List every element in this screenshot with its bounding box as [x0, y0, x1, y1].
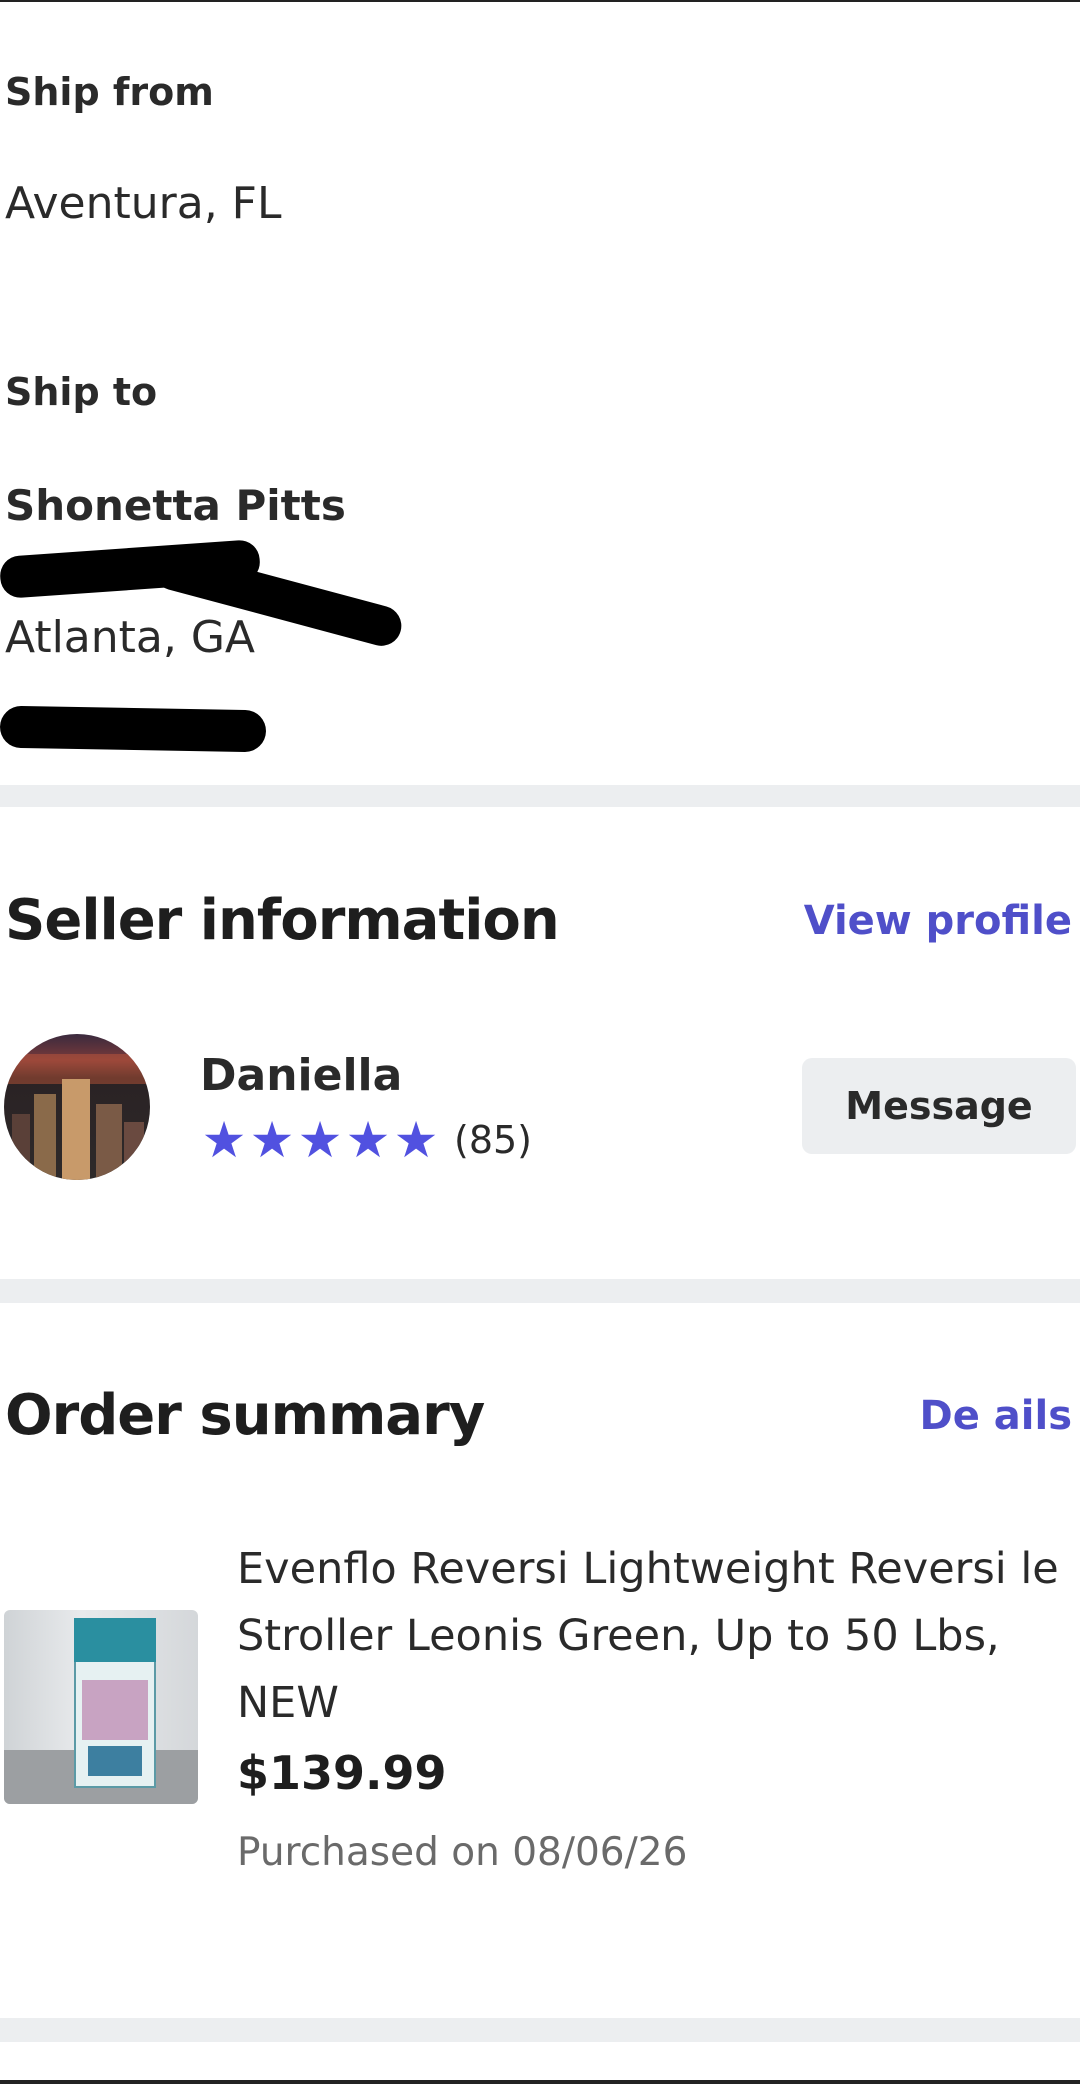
ship-to-name: Shonetta Pitts: [5, 481, 346, 530]
redaction-mark-2: [0, 705, 267, 753]
ship-to-label: Ship to: [5, 370, 158, 414]
order-details-page: Ship from Aventura, FL Ship to Shonetta …: [0, 0, 1080, 2084]
purchase-date: Purchased on 08/06/26: [237, 1830, 688, 1875]
section-divider: [0, 785, 1080, 807]
seller-avatar[interactable]: [4, 1034, 150, 1180]
ship-to-city: Atlanta, GA: [5, 612, 256, 663]
view-profile-link[interactable]: View profile: [804, 898, 1072, 944]
seller-section-title: Seller information: [5, 888, 560, 953]
message-button[interactable]: Message: [802, 1058, 1076, 1154]
ship-from-label: Ship from: [5, 70, 214, 114]
rating-count: (85): [454, 1118, 533, 1162]
section-divider: [0, 1279, 1080, 1303]
details-link[interactable]: De ails: [920, 1393, 1072, 1439]
section-divider: [0, 2018, 1080, 2042]
product-thumbnail[interactable]: [4, 1610, 198, 1804]
star-icon: ★: [393, 1111, 439, 1169]
seller-name: Daniella: [200, 1050, 403, 1101]
star-icon: ★: [345, 1111, 391, 1169]
star-icon: ★: [201, 1111, 247, 1169]
star-icon: ★: [249, 1111, 295, 1169]
bottom-border: [0, 2080, 1080, 2084]
product-title[interactable]: Evenflo Reversi Lightweight Reversi le S…: [237, 1536, 1067, 1737]
top-border: [0, 0, 1080, 2]
star-icon: ★: [297, 1111, 343, 1169]
ship-from-value: Aventura, FL: [5, 178, 282, 229]
product-price: $139.99: [237, 1746, 447, 1800]
seller-rating: ★ ★ ★ ★ ★ (85): [200, 1115, 532, 1165]
order-section-title: Order summary: [5, 1383, 485, 1448]
